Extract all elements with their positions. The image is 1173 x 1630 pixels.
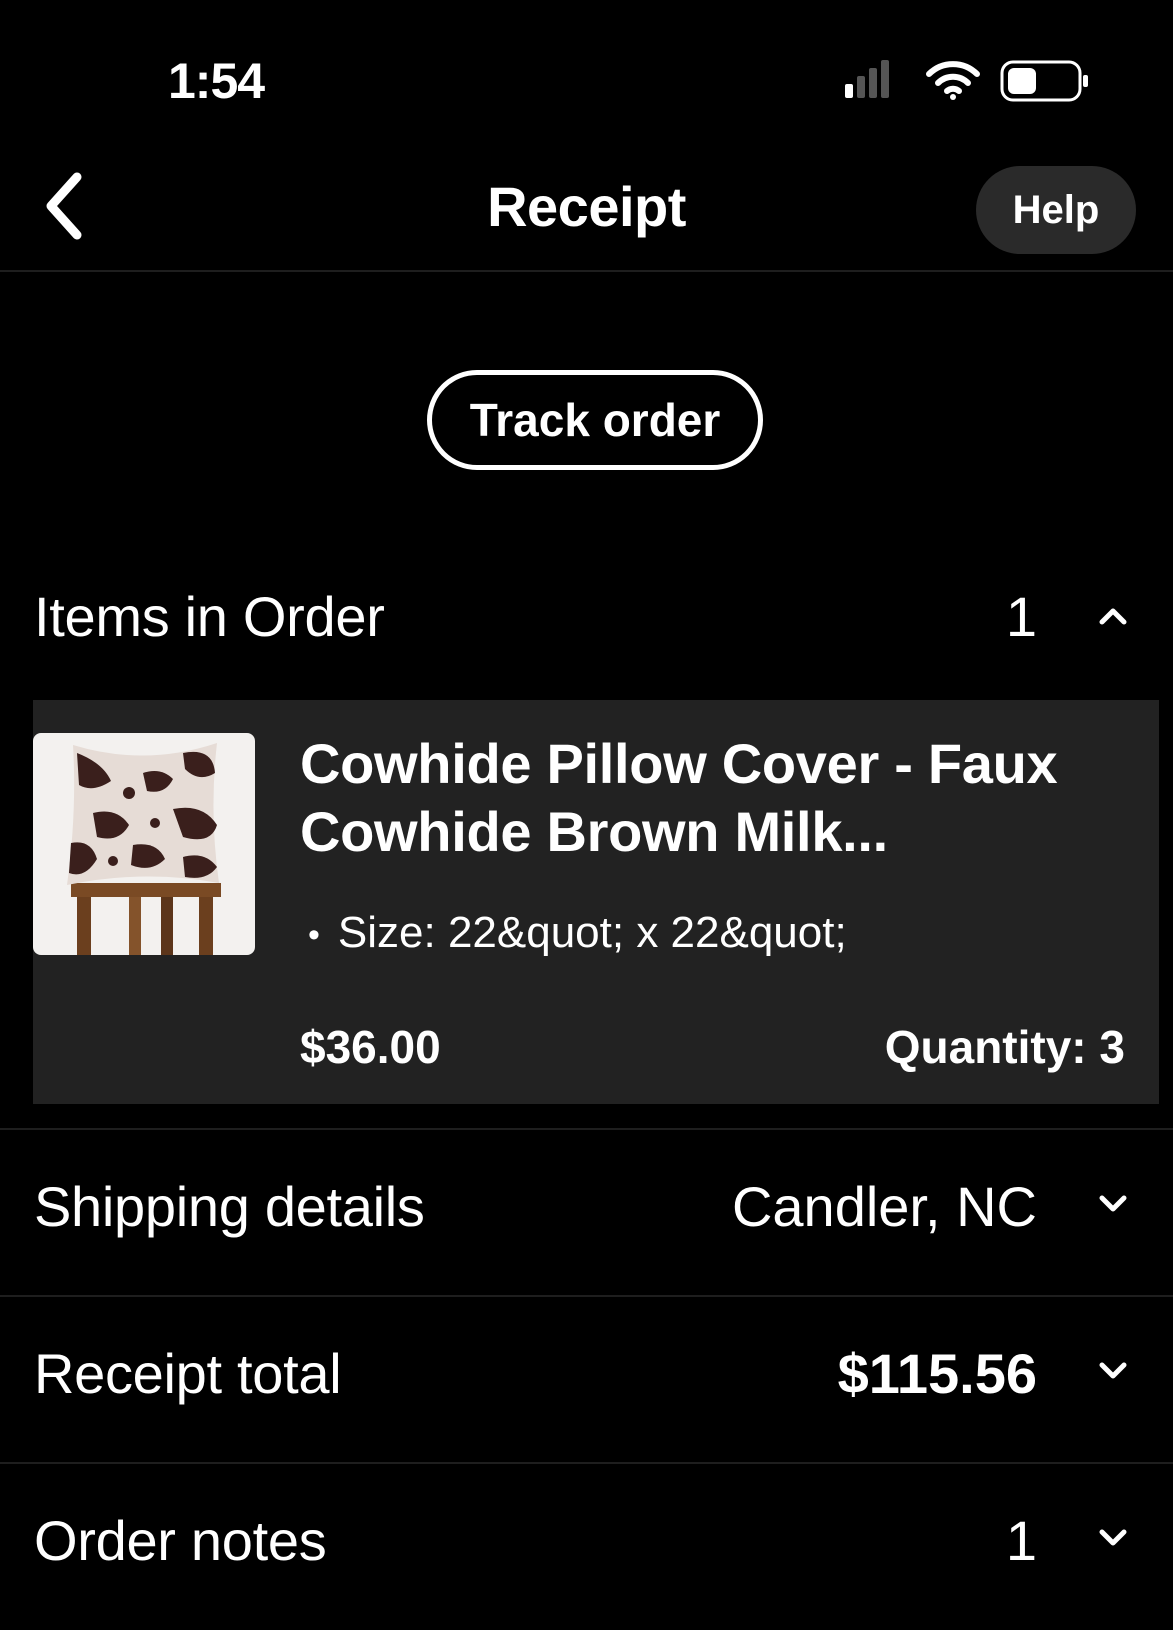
receipt-total-value: $115.56	[837, 1342, 1037, 1405]
items-count: 1	[1005, 585, 1037, 648]
nav-bar: Receipt Help	[0, 150, 1173, 272]
chevron-up-icon	[1098, 606, 1128, 631]
item-price: $36.00	[300, 1021, 441, 1073]
item-variation: • Size: 22&quot; x 22&quot;	[308, 908, 847, 958]
help-button[interactable]: Help	[976, 166, 1136, 254]
shipping-details-label: Shipping details	[34, 1175, 425, 1238]
item-variation-text: Size: 22&quot; x 22&quot;	[337, 908, 847, 957]
receipt-total-row[interactable]: Receipt total $115.56	[0, 1297, 1173, 1463]
item-quantity: Quantity: 3	[884, 1021, 1125, 1073]
wifi-icon	[925, 60, 981, 105]
battery-icon	[1000, 60, 1090, 107]
status-time: 1:54	[168, 53, 265, 109]
signal-icon	[845, 60, 891, 105]
order-notes-row[interactable]: Order notes 1	[0, 1464, 1173, 1630]
shipping-details-row[interactable]: Shipping details Candler, NC	[0, 1130, 1173, 1296]
item-title[interactable]: Cowhide Pillow Cover - Faux Cowhide Brow…	[300, 730, 1120, 866]
order-notes-label: Order notes	[34, 1509, 327, 1572]
items-in-order-label: Items in Order	[34, 585, 385, 648]
shipping-details-value: Candler, NC	[731, 1175, 1037, 1238]
pillow-thumbnail[interactable]	[33, 733, 255, 955]
items-in-order-header[interactable]: Items in Order 1	[0, 540, 1173, 690]
chevron-down-icon	[1098, 1361, 1128, 1386]
track-order-button[interactable]: Track order	[427, 370, 763, 470]
chevron-down-icon	[1098, 1528, 1128, 1553]
chevron-down-icon	[1098, 1194, 1128, 1219]
receipt-total-label: Receipt total	[34, 1342, 342, 1405]
order-notes-count: 1	[1005, 1509, 1037, 1572]
bullet-icon: •	[308, 915, 320, 954]
status-bar: 1:54	[0, 0, 1173, 150]
order-item-card[interactable]: Cowhide Pillow Cover - Faux Cowhide Brow…	[33, 700, 1159, 1104]
